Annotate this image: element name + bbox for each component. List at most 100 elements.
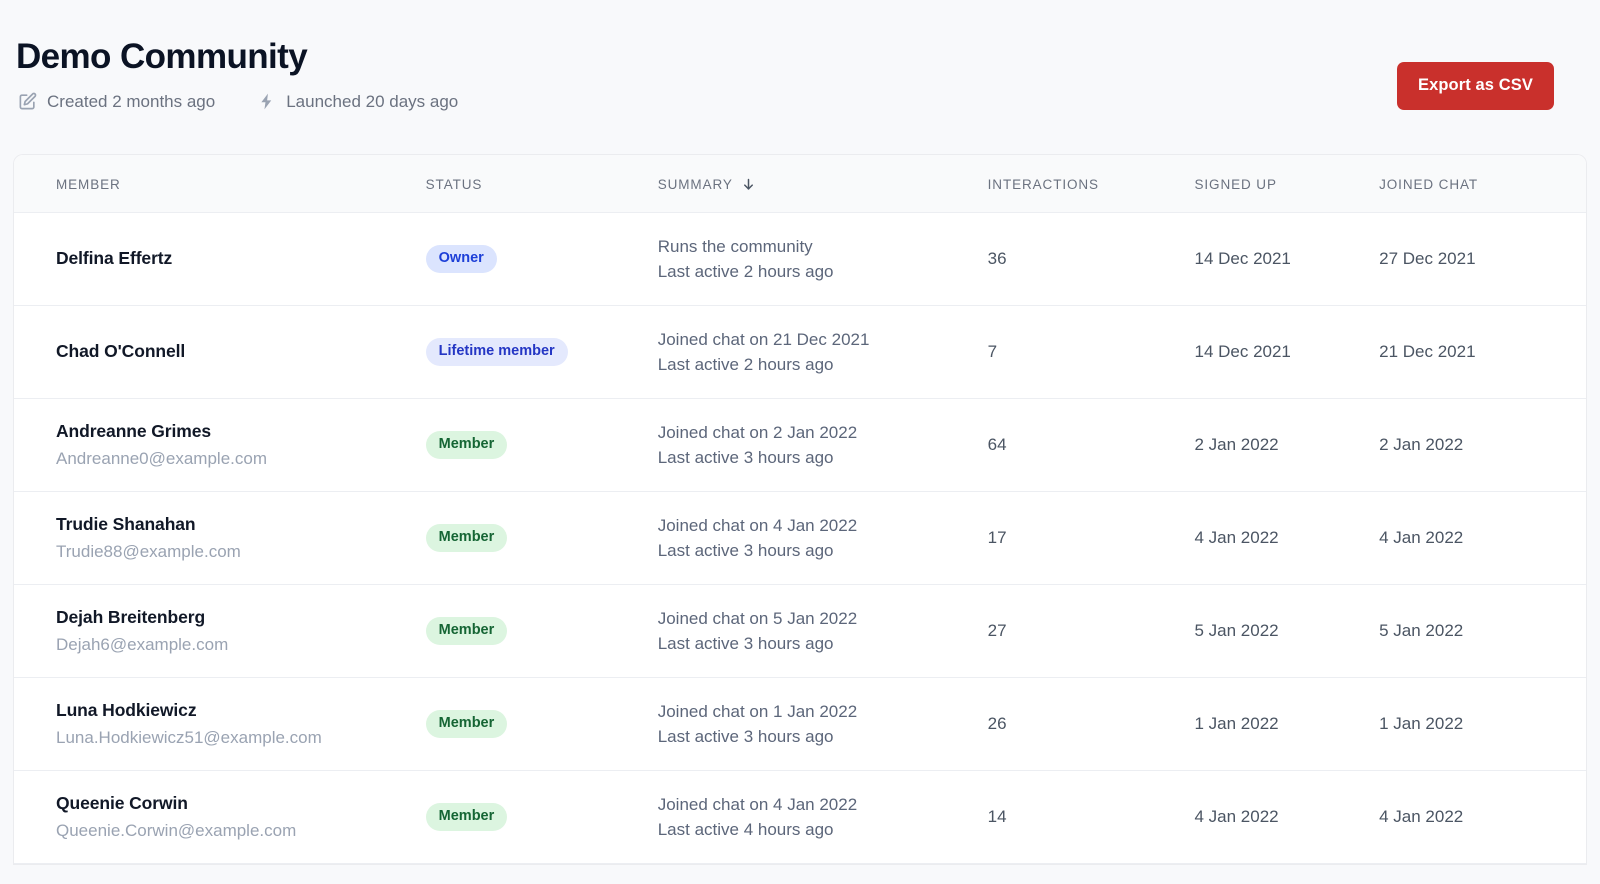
member-email: Luna.Hodkiewicz51@example.com	[56, 727, 322, 747]
member-name: Delfina Effertz	[56, 248, 173, 269]
page-meta-row: Created 2 months ago Launched 20 days ag…	[16, 91, 1554, 113]
interactions-count: 26	[987, 713, 1007, 733]
status-badge: Member	[425, 803, 508, 831]
column-header-joined-chat[interactable]: JOINED CHAT	[1379, 155, 1586, 213]
summary-primary: Joined chat on 21 Dec 2021	[657, 329, 870, 349]
cell-status: Lifetime member	[425, 306, 658, 399]
cell-interactions: 26	[988, 678, 1195, 771]
cell-summary: Joined chat on 2 Jan 2022 Last active 3 h…	[658, 399, 988, 492]
cell-status: Member	[425, 492, 658, 585]
members-table-body: Delfina Effertz Owner Runs the community La…	[14, 213, 1586, 864]
column-header-status-label: STATUS	[425, 177, 483, 192]
table-row[interactable]: Trudie Shanahan Trudie88@example.com Membe…	[14, 492, 1586, 585]
page-header: Demo Community Created 2 months ago Laun…	[0, 0, 1600, 155]
summary-primary: Joined chat on 1 Jan 2022	[657, 701, 858, 721]
cell-member: Dejah Breitenberg Dejah6@example.com	[14, 585, 426, 678]
export-as-csv-button[interactable]: Export as CSV	[1396, 62, 1554, 110]
summary-last-active: Last active 3 hours ago	[657, 634, 834, 653]
cell-signed-up: 2 Jan 2022	[1194, 399, 1379, 492]
cell-signed-up: 4 Jan 2022	[1194, 771, 1379, 864]
meta-created: Created 2 months ago	[16, 91, 215, 113]
members-table-header-row: MEMBER STATUS SUMMARY INTERACTIONS SIGNE…	[14, 155, 1586, 213]
cell-joined-chat: 2 Jan 2022	[1379, 399, 1586, 492]
interactions-count: 17	[987, 527, 1007, 547]
member-name: Luna Hodkiewicz	[56, 699, 197, 720]
joined-chat-date: 5 Jan 2022	[1379, 620, 1464, 640]
column-header-interactions[interactable]: INTERACTIONS	[987, 155, 1195, 213]
table-row[interactable]: Andreanne Grimes Andreanne0@example.com Me…	[14, 399, 1586, 492]
summary-primary: Joined chat on 4 Jan 2022	[657, 794, 858, 814]
cell-summary: Joined chat on 1 Jan 2022 Last active 3 h…	[658, 678, 988, 771]
member-name: Queenie Corwin	[56, 792, 188, 813]
joined-chat-date: 4 Jan 2022	[1379, 527, 1464, 547]
cell-member: Queenie Corwin Queenie.Corwin@example.com	[14, 771, 426, 864]
status-badge: Lifetime member	[425, 338, 568, 366]
sort-descending-icon[interactable]	[741, 177, 756, 192]
table-row[interactable]: Luna Hodkiewicz Luna.Hodkiewicz51@example…	[14, 678, 1586, 771]
cell-signed-up: 1 Jan 2022	[1194, 678, 1379, 771]
cell-interactions: 36	[988, 213, 1195, 306]
status-badge: Member	[425, 710, 508, 738]
signed-up-date: 2 Jan 2022	[1194, 434, 1279, 454]
cell-joined-chat: 4 Jan 2022	[1379, 492, 1586, 585]
cell-status: Owner	[425, 213, 658, 306]
column-header-member[interactable]: MEMBER	[14, 155, 426, 213]
meta-launched-label: Launched 20 days ago	[286, 92, 459, 111]
cell-joined-chat: 4 Jan 2022	[1379, 771, 1586, 864]
table-row[interactable]: Delfina Effertz Owner Runs the community La…	[14, 213, 1586, 306]
member-name: Andreanne Grimes	[56, 420, 211, 441]
cell-joined-chat: 1 Jan 2022	[1379, 678, 1586, 771]
cell-joined-chat: 5 Jan 2022	[1379, 585, 1586, 678]
cell-interactions: 17	[988, 492, 1195, 585]
joined-chat-date: 1 Jan 2022	[1379, 713, 1464, 733]
cell-summary: Joined chat on 4 Jan 2022 Last active 3 h…	[658, 492, 988, 585]
cell-status: Member	[425, 585, 658, 678]
summary-primary: Joined chat on 5 Jan 2022	[657, 608, 858, 628]
summary-primary: Runs the community	[657, 236, 813, 256]
column-header-status[interactable]: STATUS	[425, 155, 658, 213]
member-email: Dejah6@example.com	[56, 634, 229, 654]
cell-member: Andreanne Grimes Andreanne0@example.com	[14, 399, 426, 492]
member-name: Trudie Shanahan	[56, 513, 196, 534]
status-badge: Member	[425, 617, 508, 645]
cell-signed-up: 14 Dec 2021	[1194, 213, 1379, 306]
members-table-container: MEMBER STATUS SUMMARY INTERACTIONS SIGNE…	[14, 155, 1586, 864]
member-email: Trudie88@example.com	[56, 541, 241, 561]
cell-interactions: 14	[988, 771, 1195, 864]
summary-last-active: Last active 3 hours ago	[657, 541, 834, 560]
column-header-signed-up[interactable]: SIGNED UP	[1194, 155, 1380, 213]
column-header-summary[interactable]: SUMMARY	[657, 155, 988, 213]
summary-last-active: Last active 3 hours ago	[657, 727, 834, 746]
status-badge: Owner	[425, 245, 497, 273]
status-badge: Member	[425, 524, 508, 552]
cell-interactions: 7	[988, 306, 1195, 399]
table-row[interactable]: Dejah Breitenberg Dejah6@example.com Membe…	[14, 585, 1586, 678]
edit-square-icon	[16, 91, 38, 113]
interactions-count: 7	[987, 341, 998, 361]
interactions-count: 27	[987, 620, 1007, 640]
status-badge: Member	[425, 431, 508, 459]
cell-joined-chat: 21 Dec 2021	[1379, 306, 1586, 399]
cell-signed-up: 5 Jan 2022	[1194, 585, 1379, 678]
member-name: Dejah Breitenberg	[56, 606, 206, 627]
summary-primary: Joined chat on 2 Jan 2022	[657, 422, 858, 442]
joined-chat-date: 2 Jan 2022	[1379, 434, 1464, 454]
cell-signed-up: 14 Dec 2021	[1194, 306, 1379, 399]
table-row[interactable]: Queenie Corwin Queenie.Corwin@example.com…	[14, 771, 1586, 864]
summary-last-active: Last active 2 hours ago	[657, 262, 834, 281]
signed-up-date: 1 Jan 2022	[1194, 713, 1279, 733]
cell-summary: Joined chat on 5 Jan 2022 Last active 3 h…	[658, 585, 988, 678]
cell-member: Chad O'Connell	[14, 306, 426, 399]
cell-signed-up: 4 Jan 2022	[1194, 492, 1379, 585]
summary-last-active: Last active 2 hours ago	[657, 355, 834, 374]
cell-summary: Joined chat on 4 Jan 2022 Last active 4 h…	[658, 771, 988, 864]
table-row[interactable]: Chad O'Connell Lifetime member Joined chat…	[14, 306, 1586, 399]
interactions-count: 14	[987, 806, 1007, 826]
joined-chat-date: 27 Dec 2021	[1379, 248, 1476, 268]
signed-up-date: 4 Jan 2022	[1194, 806, 1279, 826]
cell-summary: Runs the community Last active 2 hours ag…	[658, 213, 988, 306]
summary-last-active: Last active 4 hours ago	[657, 820, 834, 839]
meta-launched: Launched 20 days ago	[255, 91, 458, 113]
member-email: Andreanne0@example.com	[56, 448, 267, 468]
meta-created-label: Created 2 months ago	[47, 92, 216, 111]
